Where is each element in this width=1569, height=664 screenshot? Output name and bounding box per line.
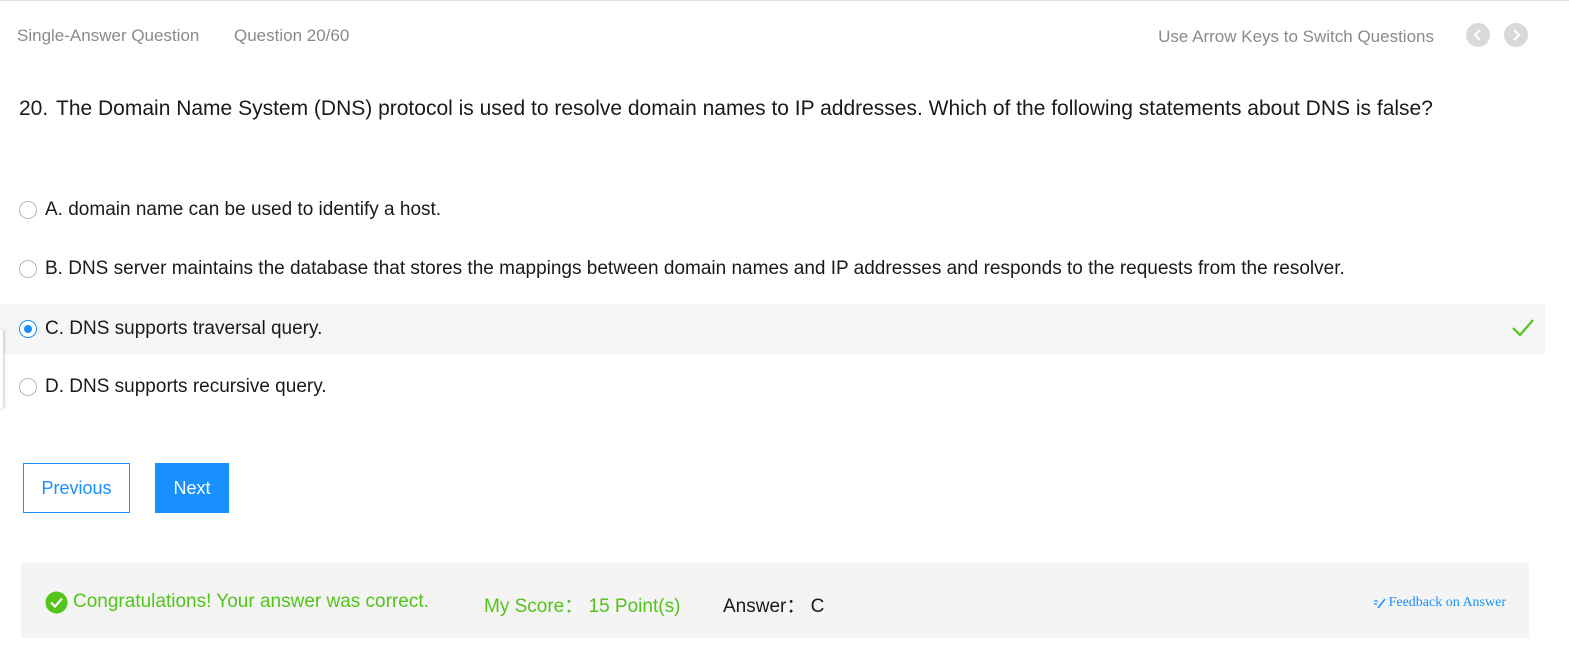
previous-button[interactable]: Previous (23, 463, 130, 513)
success-check-circle-icon (45, 591, 68, 614)
side-drawer-handle[interactable] (0, 330, 3, 408)
chevron-right-icon (1513, 29, 1521, 41)
result-panel: Congratulations! Your answer was correct… (21, 563, 1529, 638)
option-c-radio[interactable] (19, 320, 37, 338)
correct-answer-display: Answer： C (723, 596, 825, 617)
option-a[interactable]: A. domain name can be used to identify a… (0, 185, 1545, 235)
question-stem: 20. The Domain Name System (DNS) protoco… (19, 90, 1489, 127)
option-b[interactable]: B. DNS server maintains the database tha… (0, 244, 1545, 294)
question-header: Single-Answer Question Question 20/60 Us… (0, 0, 1569, 72)
option-d-radio[interactable] (19, 378, 37, 396)
question-counter: Question 20/60 (234, 26, 350, 45)
next-question-arrow[interactable] (1504, 23, 1528, 47)
score-display: My Score： 15 Point(s) (484, 596, 681, 617)
option-d-label: D. DNS supports recursive query. (45, 376, 327, 397)
option-a-radio[interactable] (19, 201, 37, 219)
option-a-label: A. domain name can be used to identify a… (45, 199, 442, 220)
question-number: 20. (19, 97, 49, 120)
question-type-label: Single-Answer Question (17, 26, 200, 45)
next-button[interactable]: Next (155, 463, 229, 513)
question-text: The Domain Name System (DNS) protocol is… (56, 97, 1433, 120)
feedback-label: Feedback on Answer (1388, 595, 1506, 610)
feedback-link[interactable]: Feedback on Answer (1373, 595, 1506, 611)
previous-question-arrow[interactable] (1466, 23, 1490, 47)
correct-check-icon (1512, 319, 1534, 337)
option-c[interactable]: C. DNS supports traversal query. (0, 304, 1545, 354)
option-c-label: C. DNS supports traversal query. (45, 318, 323, 339)
option-b-radio[interactable] (19, 260, 37, 278)
chevron-left-icon (1473, 29, 1481, 41)
result-message: Congratulations! Your answer was correct… (73, 591, 429, 612)
edit-feedback-icon (1373, 598, 1386, 609)
option-b-label: B. DNS server maintains the database tha… (45, 258, 1345, 279)
keyboard-hint: Use Arrow Keys to Switch Questions (1158, 27, 1434, 46)
option-d[interactable]: D. DNS supports recursive query. (0, 362, 1545, 412)
